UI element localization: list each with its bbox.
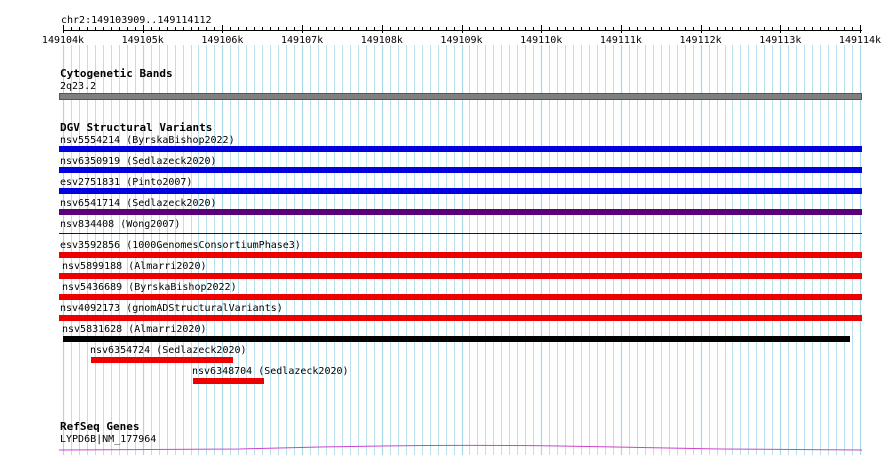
dgv-variant-label[interactable]: nsv5554214 (ByrskaBishop2022)	[60, 135, 235, 146]
dgv-variant-bar[interactable]	[59, 146, 862, 152]
refseq-track-title[interactable]: RefSeq Genes	[60, 421, 139, 433]
region-label: chr2:149103909..149114112	[61, 15, 212, 26]
dgv-variant-bar[interactable]	[59, 209, 862, 215]
dgv-variant-label[interactable]: nsv4092173 (gnomADStructuralVariants)	[60, 303, 283, 314]
ruler-tick-label: 149112k	[679, 35, 722, 46]
dgv-variant-bar[interactable]	[59, 233, 862, 234]
dgv-variant-label[interactable]: nsv6354724 (Sedlazeck2020)	[90, 345, 247, 356]
dgv-variant-bar[interactable]	[59, 167, 862, 173]
genome-browser-view: chr2:149103909..149114112 149104k 149105k…	[0, 0, 890, 461]
dgv-variant-bar[interactable]	[59, 252, 862, 258]
ruler-tick-label: 149106k	[201, 35, 244, 46]
dgv-variant-label[interactable]: esv2751831 (Pinto2007)	[60, 177, 192, 188]
dgv-variant-label[interactable]: nsv6348704 (Sedlazeck2020)	[192, 366, 349, 377]
dgv-variant-bar[interactable]	[59, 273, 862, 279]
dgv-variant-label[interactable]: nsv6350919 (Sedlazeck2020)	[60, 156, 217, 167]
ruler-tick-label: 149114k	[838, 35, 882, 46]
ruler-tick-label: 149108k	[360, 35, 403, 46]
dgv-variant-label[interactable]: nsv834408 (Wong2007)	[60, 219, 180, 230]
dgv-variant-label[interactable]: nsv5899188 (Almarri2020)	[62, 261, 207, 272]
dgv-variant-bar[interactable]	[63, 336, 850, 342]
dgv-variant-label[interactable]: nsv6541714 (Sedlazeck2020)	[60, 198, 217, 209]
dgv-variant-label[interactable]: nsv5436689 (ByrskaBishop2022)	[62, 282, 237, 293]
refseq-gene-feature[interactable]	[0, 440, 890, 460]
dgv-variant-bar[interactable]	[59, 315, 862, 321]
ruler-tick-label: 149110k	[520, 35, 563, 46]
dgv-variant-bar[interactable]	[193, 378, 264, 384]
dgv-variant-bar[interactable]	[91, 357, 233, 363]
refseq-gene-line[interactable]	[58, 444, 863, 451]
dgv-variant-bar[interactable]	[59, 188, 862, 194]
ruler-tick-label: 149107k	[281, 35, 324, 46]
dgv-variant-label[interactable]: esv3592856 (1000GenomesConsortiumPhase3)	[60, 240, 301, 251]
dgv-variant-label[interactable]: nsv5831628 (Almarri2020)	[62, 324, 207, 335]
ruler-tick-label: 149111k	[599, 35, 642, 46]
ruler-tick-label: 149109k	[440, 35, 483, 46]
dgv-variant-bar[interactable]	[59, 294, 862, 300]
ruler-tick-label: 149104k	[41, 35, 85, 46]
cytoband-bar[interactable]	[59, 93, 862, 100]
cytoband-track-title[interactable]: Cytogenetic Bands	[60, 68, 173, 80]
ruler-tick-label: 149113k	[759, 35, 802, 46]
ruler-tick-label: 149105k	[121, 35, 164, 46]
cytoband-name: 2q23.2	[60, 81, 97, 92]
dgv-track-title[interactable]: DGV Structural Variants	[60, 122, 212, 134]
